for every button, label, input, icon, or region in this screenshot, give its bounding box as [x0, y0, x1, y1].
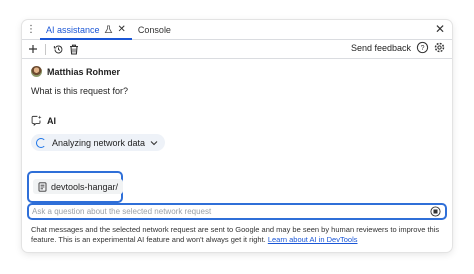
stop-icon[interactable]	[430, 206, 441, 217]
tab-ai-assistance[interactable]: AI assistance ✕	[40, 20, 132, 40]
user-question: What is this request for?	[31, 86, 129, 96]
toolbar-divider	[45, 43, 46, 55]
learn-more-link[interactable]: Learn about AI in DevTools	[268, 235, 358, 244]
disclaimer: Chat messages and the selected network r…	[31, 225, 443, 245]
more-options-icon[interactable]: ⋮	[22, 20, 40, 39]
tab-label: Console	[137, 24, 171, 35]
toolbar: Send feedback ?	[22, 40, 452, 59]
close-tab-icon[interactable]: ✕	[118, 24, 126, 35]
gear-icon[interactable]	[433, 41, 446, 56]
svg-text:?: ?	[421, 45, 425, 52]
delete-icon[interactable]	[66, 41, 82, 57]
selected-context-chip[interactable]: devtools-hangar/	[33, 179, 124, 194]
tab-label: AI assistance	[46, 24, 100, 35]
close-panel-icon[interactable]: ✕	[435, 22, 445, 36]
analyzing-status-chip[interactable]: Analyzing network data	[31, 134, 166, 151]
send-feedback-link[interactable]: Send feedback	[351, 43, 411, 53]
ai-spark-icon	[31, 115, 42, 126]
disclaimer-text: Chat messages and the selected network r…	[31, 225, 440, 244]
context-chip-label: devtools-hangar/	[51, 181, 119, 192]
ai-message-header: AI	[31, 115, 56, 126]
chevron-down-icon	[150, 140, 158, 145]
prompt-input-container	[27, 203, 447, 220]
new-chat-icon[interactable]	[25, 41, 41, 57]
document-icon	[38, 181, 47, 192]
ai-label: AI	[47, 115, 56, 126]
prompt-input[interactable]	[32, 207, 412, 216]
tab-bar: ⋮ AI assistance ✕ Console ✕	[22, 20, 452, 40]
loading-spinner-icon	[36, 137, 46, 148]
flask-icon	[104, 25, 112, 34]
history-icon[interactable]	[50, 41, 66, 57]
help-icon[interactable]: ?	[416, 41, 429, 56]
avatar	[31, 66, 42, 77]
tab-console[interactable]: Console	[132, 20, 177, 39]
devtools-window: ⋮ AI assistance ✕ Console ✕ Send feedbac…	[22, 20, 452, 252]
user-message-header: Matthias Rohmer	[31, 66, 120, 77]
status-text: Analyzing network data	[52, 137, 146, 148]
user-name: Matthias Rohmer	[47, 66, 121, 77]
